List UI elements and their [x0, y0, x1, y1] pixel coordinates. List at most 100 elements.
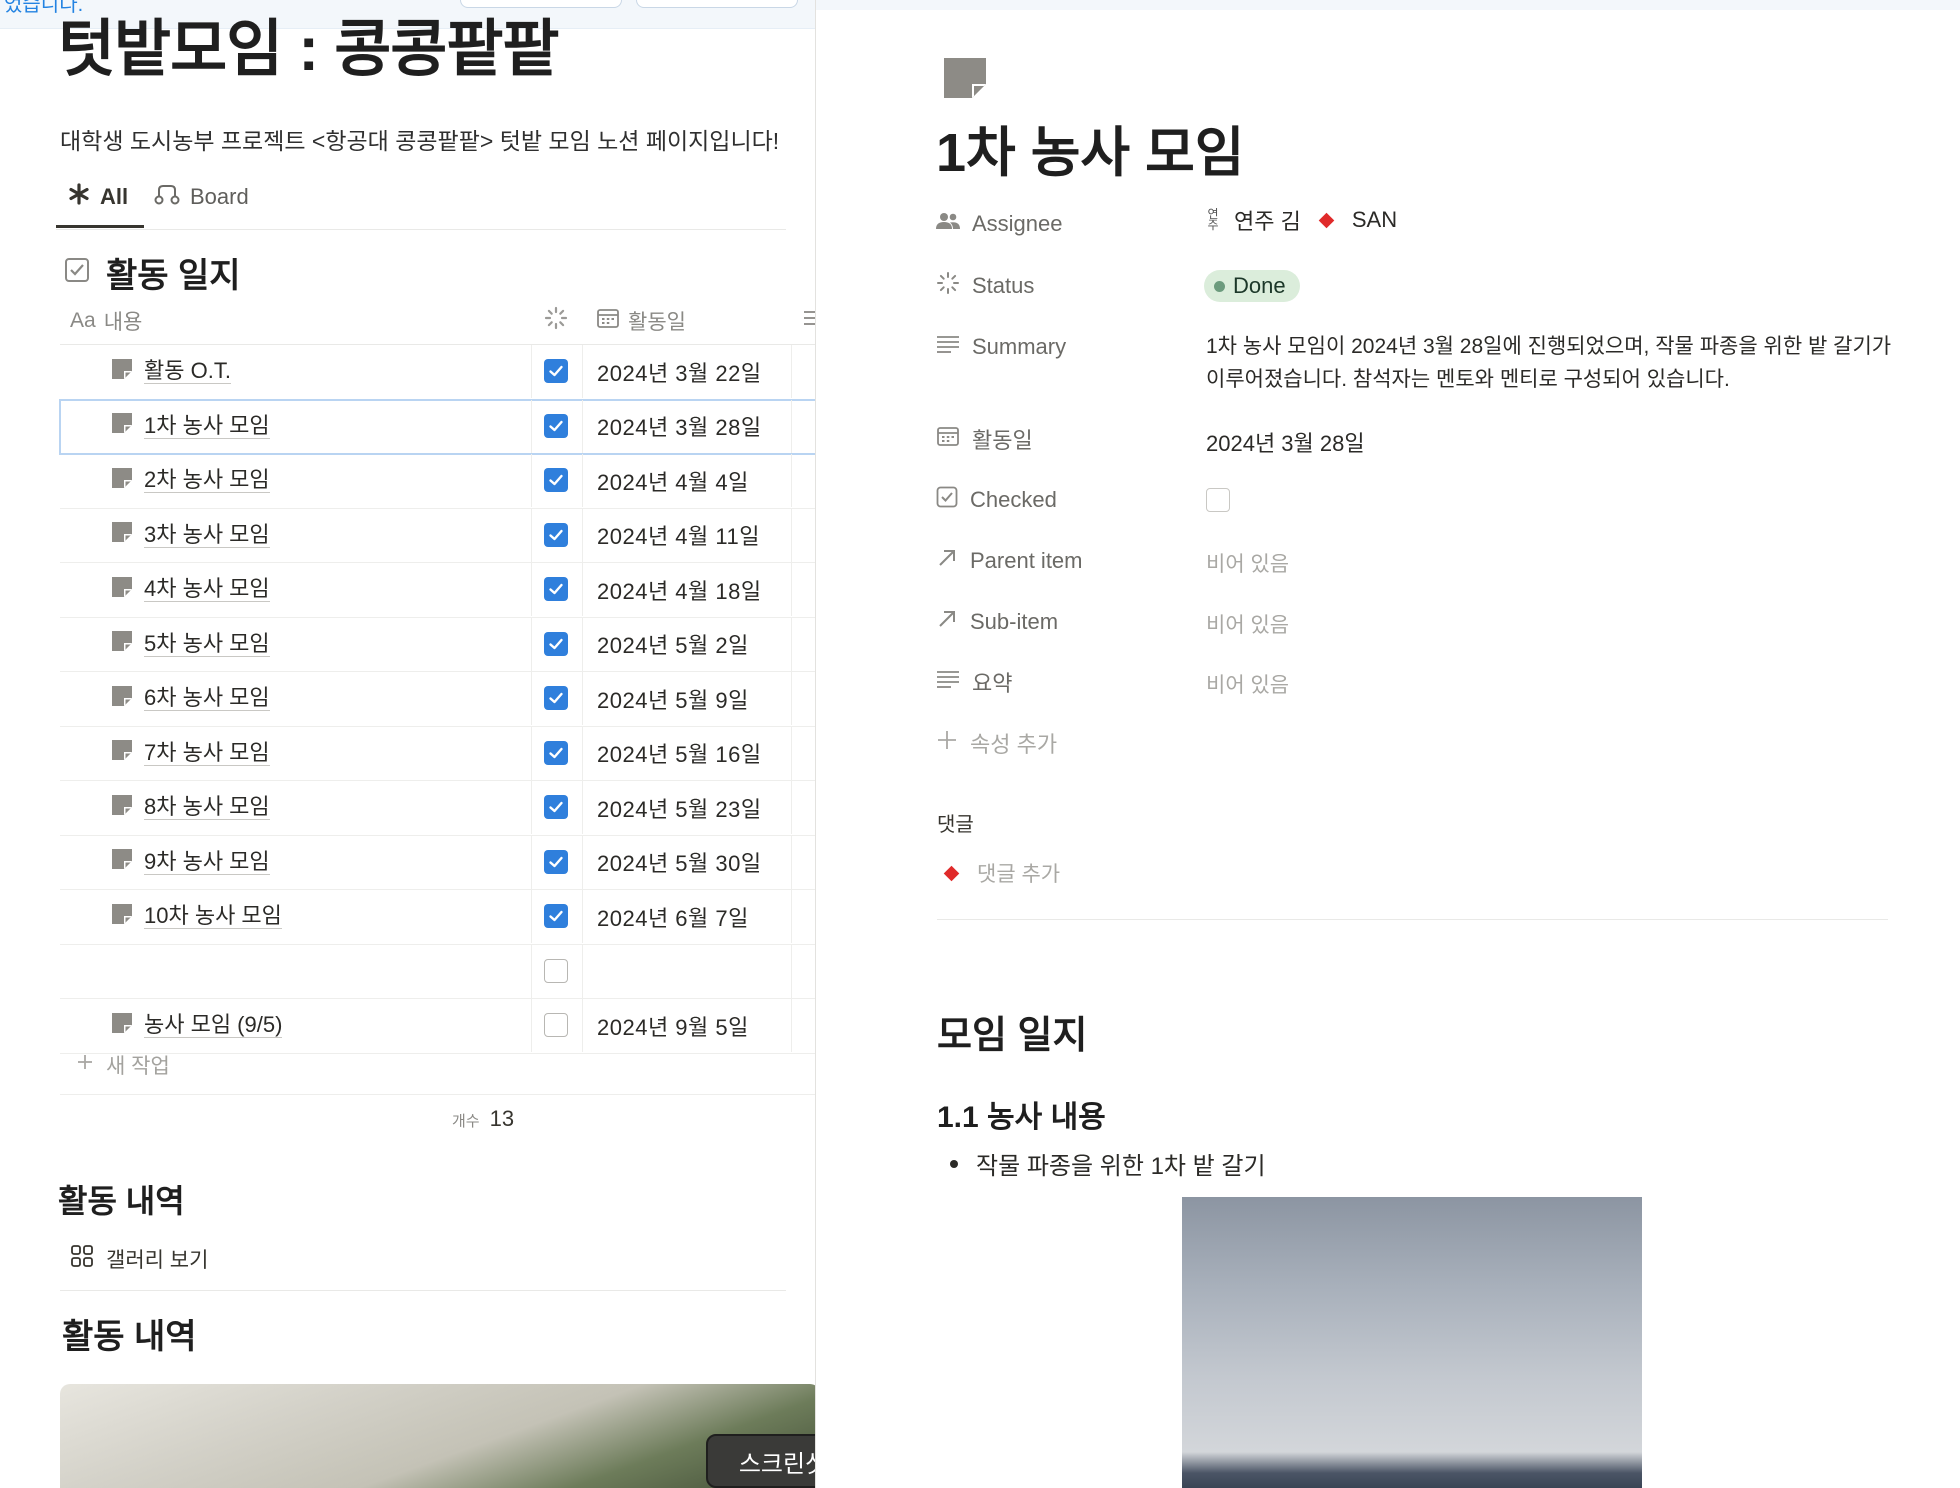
row-title-cell[interactable]: 2차 농사 모임 [112, 454, 270, 507]
page-title[interactable]: 1차 농사 모임 [936, 108, 1244, 187]
row-title-cell[interactable]: 농사 모임 (9/5) [112, 999, 283, 1052]
row-date[interactable]: 2024년 3월 28일 [597, 400, 762, 453]
add-comment-input[interactable]: 댓글 추가 [943, 858, 1060, 888]
checkbox-icon [936, 486, 958, 514]
column-header-more[interactable] [804, 306, 815, 336]
date-value[interactable]: 2024년 3월 28일 [1206, 426, 1365, 458]
property-status[interactable]: Status [936, 266, 1034, 306]
table-row[interactable]: 3차 농사 모임 2024년 4월 11일 [60, 508, 815, 563]
row-title-cell[interactable]: 활동 O.T. [112, 345, 231, 398]
column-header-date[interactable]: 활동일 [596, 306, 686, 336]
heading-farm-content[interactable]: 1.1 농사 내용 [937, 1092, 1106, 1136]
row-title-cell[interactable]: 3차 농사 모임 [112, 509, 270, 562]
table-row[interactable]: 4차 농사 모임 2024년 4월 18일 [60, 563, 815, 618]
row-date[interactable]: 2024년 5월 30일 [597, 836, 762, 889]
row-date[interactable]: 2024년 9월 5일 [597, 999, 749, 1052]
row-date[interactable]: 2024년 3월 22일 [597, 345, 762, 398]
row-title: 4차 농사 모임 [144, 576, 270, 602]
column-header-title[interactable]: Aa 내용 [70, 306, 142, 336]
row-date[interactable]: 2024년 4월 11일 [597, 509, 760, 562]
property-checked[interactable]: Checked [936, 480, 1057, 520]
page-icon [112, 522, 132, 548]
summary-ko-value[interactable]: 비어 있음 [1206, 669, 1289, 699]
property-summary[interactable]: Summary [936, 327, 1066, 367]
column-date-label: 활동일 [628, 311, 686, 334]
row-date[interactable]: 2024년 4월 4일 [597, 454, 749, 507]
table-row[interactable]: 1차 농사 모임 2024년 3월 28일 [59, 398, 815, 455]
table-row[interactable]: 6차 농사 모임 2024년 5월 9일 [60, 672, 815, 727]
row-date[interactable]: 2024년 5월 23일 [597, 781, 762, 834]
add-property-button[interactable]: 속성 추가 [936, 723, 1057, 763]
row-checkbox[interactable] [544, 740, 568, 765]
row-title-cell[interactable]: 6차 농사 모임 [112, 672, 270, 725]
row-checkbox[interactable] [544, 577, 568, 601]
bullet-item[interactable]: 작물 파종을 위한 1차 밭 갈기 [950, 1146, 1266, 1181]
sub-item-value[interactable]: 비어 있음 [1206, 609, 1289, 639]
property-label: 요약 [972, 671, 1013, 696]
row-title-cell[interactable]: 1차 농사 모임 [112, 400, 270, 453]
row-title-cell[interactable]: 9차 농사 모임 [112, 836, 270, 889]
row-date[interactable]: 2024년 5월 16일 [597, 727, 762, 780]
row-title-cell[interactable]: 10차 농사 모임 [112, 890, 282, 943]
row-checkbox[interactable] [544, 958, 568, 983]
row-date[interactable]: 2024년 5월 2일 [597, 618, 749, 671]
table-row[interactable]: 9차 농사 모임 2024년 5월 30일 [60, 835, 815, 890]
property-label: Summary [972, 334, 1067, 359]
row-checkbox[interactable] [544, 413, 568, 438]
table-row[interactable]: 농사 모임 (9/5) 2024년 9월 5일 [60, 999, 815, 1054]
row-checkbox[interactable] [544, 849, 568, 874]
tab-gallery[interactable]: 갤러리 보기 [70, 1244, 208, 1274]
arrow-up-right-icon [936, 547, 958, 575]
top-bar-button-1[interactable] [460, 0, 622, 8]
parent-item-value[interactable]: 비어 있음 [1206, 548, 1289, 578]
row-checkbox[interactable] [544, 795, 568, 819]
property-summary-ko[interactable]: 요약 [936, 662, 1012, 702]
page-icon[interactable] [944, 58, 986, 103]
table-row[interactable] [60, 944, 815, 999]
row-checkbox[interactable] [544, 686, 568, 710]
property-date[interactable]: 활동일 [936, 419, 1033, 459]
tab-all[interactable]: All [68, 180, 128, 214]
property-assignee[interactable]: Assignee [936, 204, 1063, 244]
table-row[interactable]: 5차 농사 모임 2024년 5월 2일 [60, 617, 815, 672]
row-date[interactable]: 2024년 5월 9일 [597, 672, 749, 725]
row-title-cell[interactable]: 7차 농사 모임 [112, 727, 270, 780]
row-date[interactable]: 2024년 4월 18일 [597, 563, 762, 616]
page-icon [112, 685, 132, 712]
property-label: Sub-item [970, 609, 1059, 634]
row-checkbox[interactable] [544, 904, 568, 928]
row-checkbox[interactable] [544, 359, 568, 383]
comments-label: 댓글 [937, 814, 974, 836]
property-parent-item[interactable]: Parent item [936, 541, 1083, 581]
database-header[interactable]: 활동 일지 [64, 248, 241, 297]
table-row[interactable]: 10차 농사 모임 2024년 6월 7일 [60, 890, 815, 945]
summary-value[interactable]: 1차 농사 모임이 2024년 3월 28일에 진행되었으며, 작물 파종을 위… [1206, 330, 1906, 396]
person-name: SAN [1351, 207, 1398, 232]
gallery-card-image[interactable] [60, 1384, 815, 1488]
table-row[interactable]: 8차 농사 모임 2024년 5월 23일 [60, 781, 815, 836]
assignee-value[interactable]: 연주 연주 김 SAN [1206, 204, 1397, 236]
row-date[interactable]: 2024년 6월 7일 [597, 890, 749, 943]
row-checkbox[interactable] [544, 631, 568, 656]
page-peek-pane: 1차 농사 모임 Assignee 연주 연주 김 SAN Status Don… [816, 0, 1960, 1488]
table-row[interactable]: 7차 농사 모임 2024년 5월 16일 [60, 726, 815, 781]
table-row[interactable]: 2차 농사 모임 2024년 4월 4일 [60, 454, 815, 509]
row-checkbox[interactable] [544, 522, 568, 547]
top-bar-button-2[interactable] [636, 0, 798, 8]
row-title-cell[interactable]: 4차 농사 모임 [112, 563, 270, 616]
row-title-cell[interactable]: 5차 농사 모임 [112, 618, 270, 671]
row-checkbox[interactable] [544, 468, 568, 492]
column-header-status[interactable] [544, 306, 568, 336]
row-count[interactable]: 개수 13 [452, 1106, 514, 1132]
table-row[interactable]: 활동 O.T. 2024년 3월 22일 [60, 345, 815, 400]
heading-meeting-log[interactable]: 모임 일지 [937, 1004, 1087, 1059]
row-checkbox[interactable] [544, 1013, 568, 1037]
row-title-cell[interactable]: 8차 농사 모임 [112, 781, 270, 834]
property-sub-item[interactable]: Sub-item [936, 602, 1058, 642]
new-task-button[interactable]: 새 작업 [76, 1050, 170, 1080]
status-badge[interactable]: Done [1204, 270, 1300, 302]
status-dot-icon [1214, 280, 1225, 292]
tab-board[interactable]: Board [154, 180, 249, 214]
checked-checkbox[interactable] [1206, 488, 1230, 512]
field-photo[interactable] [1182, 1197, 1642, 1488]
